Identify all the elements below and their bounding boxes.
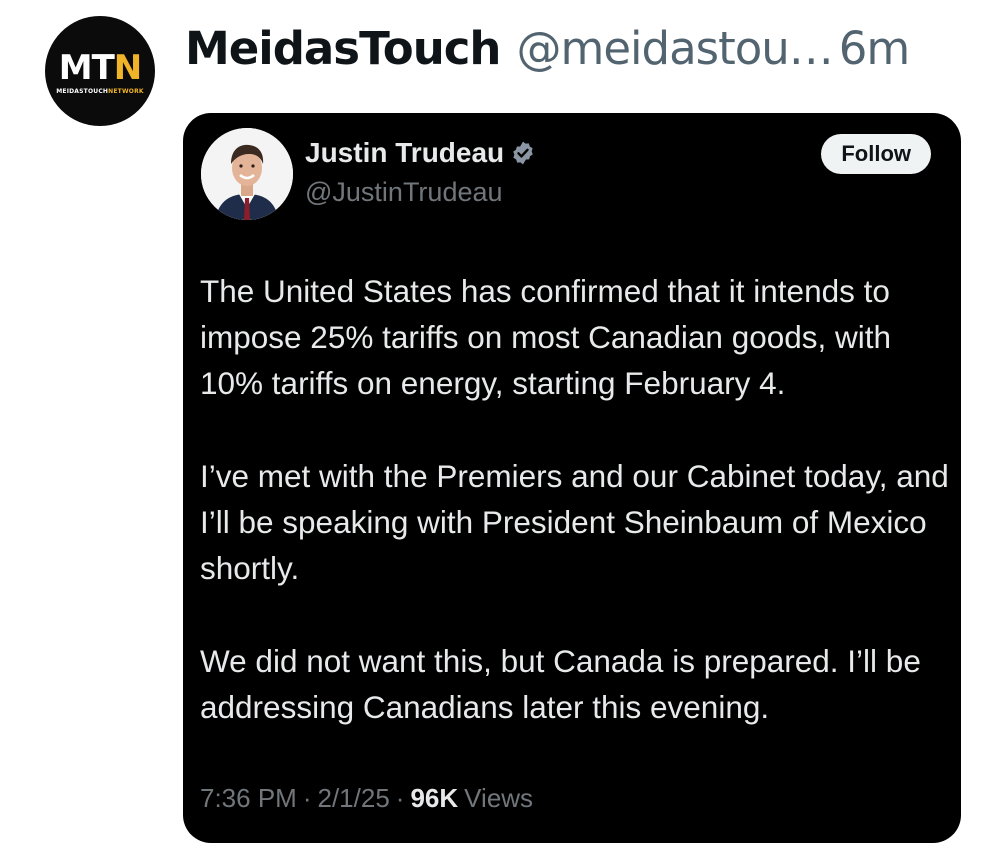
meidastouch-avatar[interactable]: MT N MEIDASTOUCH NETWORK (45, 16, 155, 126)
meta-separator: · (395, 783, 405, 813)
post-time[interactable]: 6m (839, 22, 910, 75)
tweet-paragraph: I’ve met with the Premiers and our Cabin… (200, 458, 949, 586)
meta-separator: · (302, 783, 312, 813)
post-header: MeidasTouch @meidastou… 6m (185, 22, 910, 82)
tweet-date[interactable]: 2/1/25 (318, 783, 390, 814)
social-post: MT N MEIDASTOUCH NETWORK MeidasTouch @meid… (0, 0, 1000, 843)
person-portrait-icon (201, 128, 293, 220)
tweet-meta: 7:36 PM · 2/1/25 · 96K Views (200, 783, 533, 814)
author-name[interactable]: Justin Trudeau (305, 137, 504, 169)
account-handle[interactable]: @meidastou… (516, 22, 833, 75)
mtn-logo: MT N (58, 48, 143, 88)
tweet-paragraph: The United States has confirmed that it … (200, 273, 892, 401)
mtn-logo-subtitle: MEIDASTOUCH NETWORK (56, 88, 144, 95)
follow-button[interactable]: Follow (821, 134, 931, 174)
quoted-tweet-card[interactable]: Justin Trudeau @JustinTrudeau Follow The… (183, 113, 961, 843)
author-handle[interactable]: @JustinTrudeau (305, 177, 503, 208)
account-name[interactable]: MeidasTouch (185, 22, 501, 75)
verified-badge-icon (510, 140, 536, 166)
views-count: 96K (410, 783, 459, 813)
views-label: Views (464, 783, 534, 813)
tweet-paragraph: We did not want this, but Canada is prep… (200, 643, 921, 725)
tweet-time[interactable]: 7:36 PM (200, 783, 297, 814)
author-name-row: Justin Trudeau (305, 137, 536, 169)
tweet-body: The United States has confirmed that it … (200, 268, 950, 777)
trudeau-avatar[interactable] (201, 128, 293, 220)
